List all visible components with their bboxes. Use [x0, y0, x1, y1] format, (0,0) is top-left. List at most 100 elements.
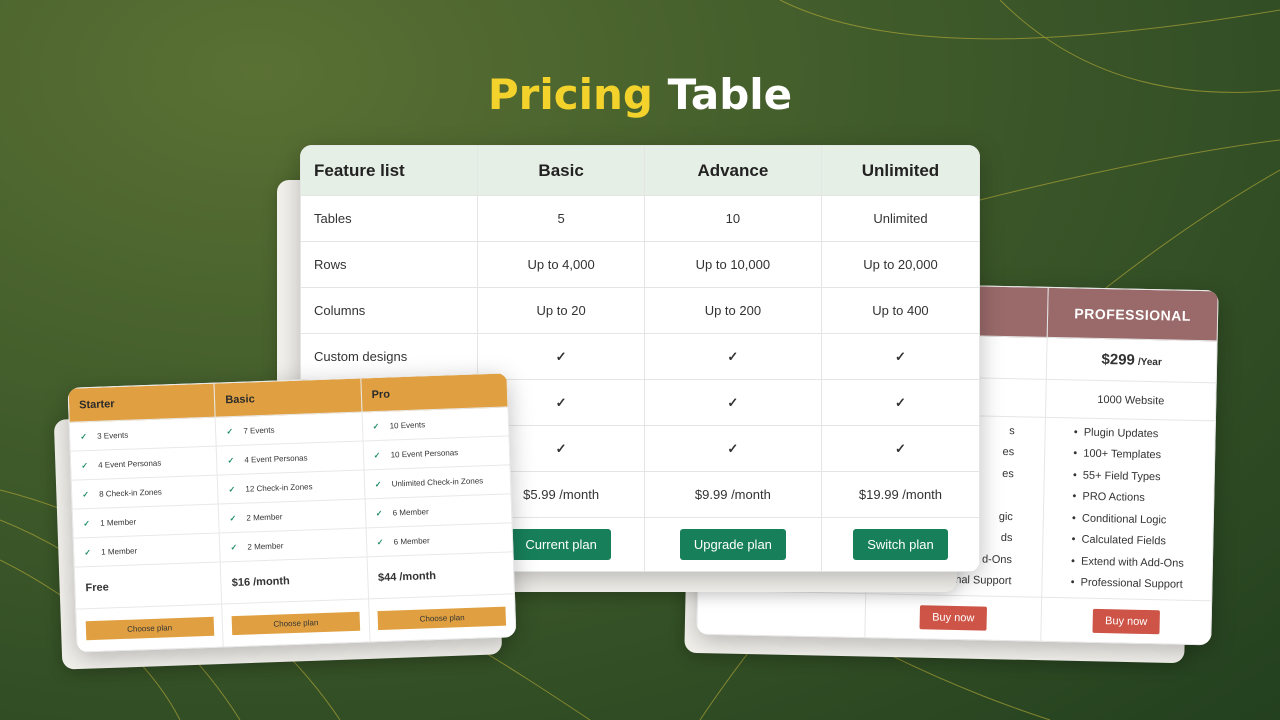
feature-text: 2 Member — [247, 540, 284, 552]
button-cell: Choose plan — [368, 593, 516, 642]
feature-label: Columns — [300, 287, 479, 334]
check-icon: ✓ — [80, 431, 90, 441]
feature-text: 1 Member — [101, 545, 138, 557]
check-icon: ✓ — [82, 489, 92, 499]
check-icon: ✓ — [81, 460, 91, 470]
column-header: Basic — [477, 145, 645, 196]
price: $44 /month — [366, 551, 515, 599]
feature-label: Custom designs — [300, 333, 479, 380]
column-header: Advance — [643, 145, 822, 196]
button-cell: Choose plan — [221, 598, 370, 647]
cell-value: $19.99 /month — [820, 471, 980, 518]
cell-value: $9.99 /month — [643, 471, 822, 518]
feature-text: 8 Check-in Zones — [99, 487, 162, 499]
table-row: Tables 5 10 Unlimited — [300, 195, 980, 242]
column-header: Feature list — [300, 145, 479, 196]
switch-plan-button[interactable]: Switch plan — [853, 529, 948, 560]
feature-item: • 55+ Field Types — [1072, 468, 1161, 483]
feature-item: • Conditional Logic — [1071, 511, 1167, 526]
check-icon: ✓ — [226, 426, 236, 436]
cell-value: Up to 20 — [477, 287, 645, 334]
feature-item: • Plugin Updates — [1073, 425, 1159, 440]
buy-now-button[interactable]: Buy now — [919, 604, 987, 631]
event-pricing-table: Starter Basic Pro ✓ 3 Events ✓ 7 Events ✓ 10 … — [67, 372, 517, 653]
table-row: Rows Up to 4,000 Up to 10,000 Up to 20,000 — [300, 241, 980, 288]
feature-text: 10 Event Personas — [390, 447, 459, 460]
professional-header: PROFESSIONAL — [1047, 287, 1219, 341]
check-icon: ✓ — [375, 508, 385, 518]
column-header: Starter — [68, 383, 216, 423]
table-header-row: Feature list Basic Advance Unlimited — [300, 145, 980, 196]
feature-text: 3 Events — [96, 430, 129, 441]
column-header: Basic — [214, 378, 362, 418]
check-icon: ✓ — [229, 513, 239, 523]
feature-text: Plugin Updates — [1083, 426, 1159, 440]
feature-text: 1 Member — [100, 516, 137, 528]
feature-item: • PRO Actions — [1072, 490, 1145, 504]
check-icon: ✓ — [228, 484, 238, 494]
feature-label: Tables — [300, 195, 479, 242]
check-icon: ✓ — [820, 333, 980, 380]
cell-value: Up to 20,000 — [820, 241, 980, 288]
check-icon: ✓ — [230, 542, 240, 552]
column-header: Unlimited — [820, 145, 980, 196]
check-icon: ✓ — [83, 518, 93, 528]
feature-text: 2 Member — [246, 511, 283, 523]
feature-item: • Calculated Fields — [1071, 533, 1167, 548]
current-plan-button[interactable]: Current plan — [511, 529, 611, 560]
partial-feature-item: onal Support — [949, 573, 1012, 588]
check-icon: ✓ — [376, 537, 386, 547]
buy-now-professional-button[interactable]: Buy now — [1092, 608, 1160, 634]
page-title: Pricing Table — [487, 70, 793, 119]
cell-value: Unlimited — [820, 195, 980, 242]
feature-text: 100+ Templates — [1083, 447, 1162, 462]
professional-feature-list: • Plugin Updates • 100+ Templates • 55+ Fi… — [1070, 422, 1186, 596]
choose-plan-basic-button[interactable]: Choose plan — [231, 611, 361, 635]
choose-plan-starter-button[interactable]: Choose plan — [85, 616, 214, 640]
feature-text: 10 Events — [389, 419, 426, 431]
feature-text: 6 Member — [392, 506, 429, 517]
column-header: Pro — [360, 372, 508, 413]
check-icon: ✓ — [84, 547, 94, 557]
feature-text: 4 Event Personas — [97, 458, 162, 470]
check-icon: ✓ — [374, 479, 384, 489]
check-icon: ✓ — [373, 450, 383, 460]
check-icon: ✓ — [227, 455, 237, 465]
check-icon: ✓ — [643, 333, 822, 380]
check-icon: ✓ — [643, 379, 822, 426]
feature-text: Extend with Add-Ons — [1080, 555, 1184, 570]
feature-text: 7 Events — [243, 425, 275, 436]
feature-text: 4 Event Personas — [244, 452, 308, 465]
cell-value: Up to 200 — [643, 287, 822, 334]
feature-text: Calculated Fields — [1081, 533, 1167, 548]
button-cell: Upgrade plan — [643, 517, 822, 572]
check-icon: ✓ — [820, 379, 980, 426]
feature-text: 6 Member — [393, 535, 430, 546]
choose-plan-pro-button[interactable]: Choose plan — [377, 606, 507, 630]
cell-value: Up to 10,000 — [643, 241, 822, 288]
button-cell: Choose plan — [75, 603, 224, 653]
feature-text: Professional Support — [1080, 576, 1183, 591]
check-icon: ✓ — [820, 425, 980, 472]
price: $16 /month — [220, 556, 369, 604]
feature-item: • 100+ Templates — [1073, 447, 1162, 462]
cell-value: 10 — [643, 195, 822, 242]
button-cell: Switch plan — [820, 517, 980, 572]
table-row: Columns Up to 20 Up to 200 Up to 400 — [300, 287, 980, 334]
feature-text: Unlimited Check-in Zones — [391, 475, 484, 489]
cell-value: Up to 4,000 — [477, 241, 645, 288]
feature-text: 12 Check-in Zones — [245, 481, 313, 494]
feature-text: Conditional Logic — [1081, 512, 1167, 526]
check-icon: ✓ — [643, 425, 822, 472]
check-icon: ✓ — [477, 333, 645, 380]
professional-price: $299 /Year — [1046, 337, 1218, 383]
upgrade-plan-button[interactable]: Upgrade plan — [679, 529, 786, 560]
feature-label: Rows — [300, 241, 479, 288]
check-icon: ✓ — [372, 421, 382, 431]
feature-item: • Professional Support — [1070, 576, 1183, 591]
feature-text: PRO Actions — [1082, 490, 1145, 504]
table-row: Custom designs ✓ ✓ ✓ — [300, 333, 980, 380]
price: Free — [74, 562, 222, 610]
cell-value: 5 — [477, 195, 645, 242]
feature-text: 55+ Field Types — [1082, 469, 1161, 483]
